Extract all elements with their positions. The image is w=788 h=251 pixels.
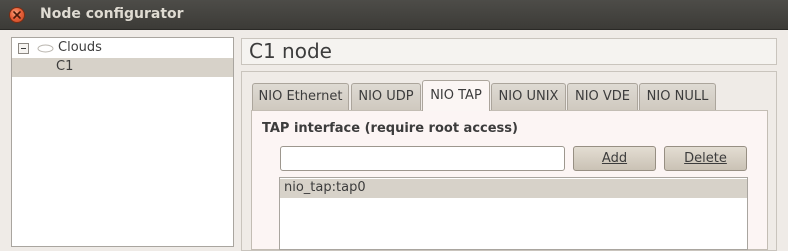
close-window-button[interactable] — [9, 7, 25, 23]
tab-nio-ethernet[interactable]: NIO Ethernet — [252, 83, 349, 110]
page-title: C1 node — [249, 39, 332, 63]
tab-nio-unix[interactable]: NIO UNIX — [491, 83, 566, 110]
window-title: Node configurator — [40, 6, 184, 22]
delete-button-label: Delete — [684, 151, 727, 166]
tap-section-label: TAP interface (require root access) — [262, 121, 518, 136]
tree-item-c1[interactable]: C1 — [12, 58, 233, 77]
tree-item-label: C1 — [56, 59, 74, 74]
add-button-label: Add — [601, 151, 628, 166]
node-title-frame: C1 node — [241, 38, 777, 65]
tree-item-label: Clouds — [58, 40, 102, 55]
close-icon — [13, 11, 21, 19]
delete-button[interactable]: Delete — [664, 146, 747, 171]
add-button[interactable]: Add — [573, 146, 656, 171]
window-titlebar: Node configurator — [0, 0, 788, 30]
cloud-icon — [37, 44, 54, 53]
tab-nio-vde[interactable]: NIO VDE — [567, 83, 638, 110]
list-item[interactable]: nio_tap:tap0 — [280, 179, 747, 198]
tab-nio-tap[interactable]: NIO TAP — [422, 80, 490, 111]
tap-interface-list[interactable]: nio_tap:tap0 — [279, 177, 748, 250]
tab-nio-null[interactable]: NIO NULL — [639, 83, 716, 110]
tree-item-clouds[interactable]: Clouds — [12, 39, 233, 58]
node-tree[interactable]: Clouds C1 — [11, 37, 234, 247]
tap-interface-input[interactable] — [280, 146, 565, 171]
collapse-expander-icon[interactable] — [18, 43, 29, 54]
tab-nio-udp[interactable]: NIO UDP — [351, 83, 421, 110]
